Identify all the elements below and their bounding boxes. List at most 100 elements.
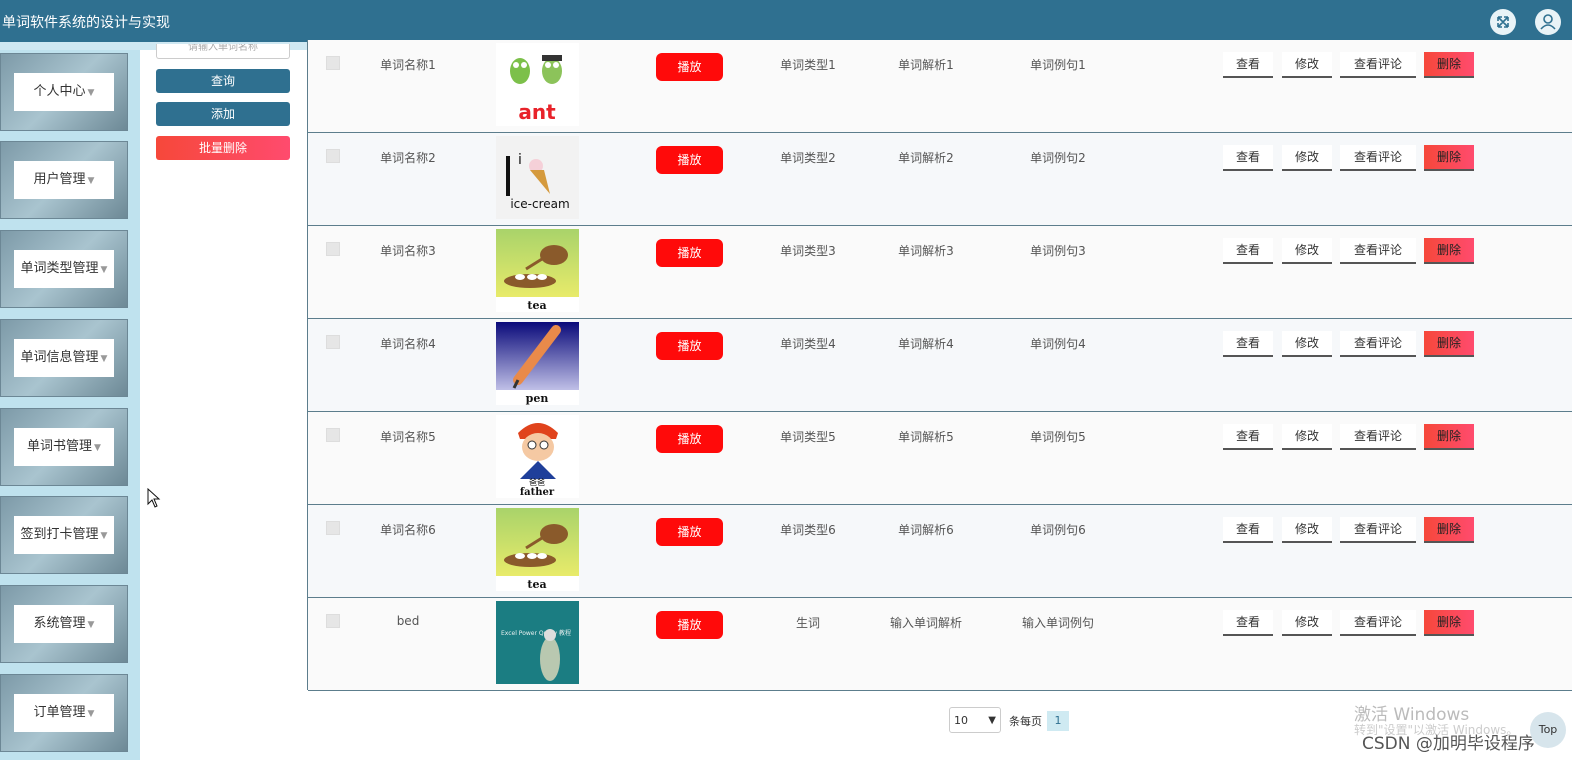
row-checkbox[interactable] [326, 428, 340, 442]
word-type: 单词类型1 [780, 58, 836, 72]
search-input[interactable]: 请输入单词名称 [156, 44, 290, 59]
image-caption: 爸爸 [529, 477, 545, 487]
play-button[interactable]: 播放 [656, 425, 723, 453]
chevron-down-icon: ▼ [100, 531, 108, 541]
view-comments-button[interactable]: 查看评论 [1340, 331, 1416, 357]
word-example: 单词例句2 [1030, 151, 1086, 165]
sidebar-item-label: 个人中心 [33, 84, 86, 99]
mouse-cursor-icon [147, 487, 161, 512]
user-icon[interactable] [1535, 9, 1561, 35]
delete-button[interactable]: 删除 [1424, 331, 1474, 357]
table-row: 单词名称3 tea 播放 单词类型3 单词解析3 单词例句3 查看 修改 查看评… [308, 226, 1572, 319]
play-button[interactable]: 播放 [656, 239, 723, 267]
page-size-value: 10 [954, 714, 968, 727]
word-image: tea [496, 508, 579, 591]
sidebar-item-label: 单词类型管理 [20, 261, 99, 276]
word-name: 单词名称3 [380, 244, 436, 258]
view-comments-button[interactable]: 查看评论 [1340, 610, 1416, 636]
csdn-watermark: CSDN @加明毕设程序 [1362, 734, 1535, 754]
edit-button[interactable]: 修改 [1282, 331, 1332, 357]
edit-button[interactable]: 修改 [1282, 517, 1332, 543]
word-type: 单词类型2 [780, 151, 836, 165]
delete-button[interactable]: 删除 [1424, 52, 1474, 78]
add-button[interactable]: 添加 [156, 102, 290, 126]
sidebar-item-checkin-management[interactable]: 签到打卡管理 ▼ [0, 496, 138, 574]
view-comments-button[interactable]: 查看评论 [1340, 145, 1416, 171]
view-comments-button[interactable]: 查看评论 [1340, 517, 1416, 543]
page-number-current[interactable]: 1 [1047, 711, 1069, 731]
per-page-label: 条每页 [1009, 715, 1042, 728]
play-button[interactable]: 播放 [656, 518, 723, 546]
word-type: 单词类型4 [780, 337, 836, 351]
sidebar-item-label: 单词信息管理 [20, 350, 99, 365]
play-button[interactable]: 播放 [656, 332, 723, 360]
play-button[interactable]: 播放 [656, 53, 723, 81]
word-analysis: 单词解析6 [898, 523, 954, 537]
row-checkbox[interactable] [326, 521, 340, 535]
word-type: 单词类型3 [780, 244, 836, 258]
query-button[interactable]: 查询 [156, 69, 290, 93]
word-analysis: 输入单词解析 [889, 616, 962, 630]
fullscreen-icon[interactable] [1490, 9, 1516, 35]
chevron-down-icon: ▼ [94, 443, 101, 453]
sidebar-item-word-info-management[interactable]: 单词信息管理 ▼ [0, 319, 138, 397]
edit-button[interactable]: 修改 [1282, 424, 1332, 450]
view-comments-button[interactable]: 查看评论 [1340, 424, 1416, 450]
view-button[interactable]: 查看 [1223, 52, 1273, 78]
word-analysis: 单词解析5 [898, 430, 954, 444]
table-row: 单词名称4 pen 播放 单词类型4 单词解析4 单词例句4 查看 修改 查看评… [308, 319, 1572, 412]
back-to-top-button[interactable]: Top [1530, 712, 1566, 748]
view-comments-button[interactable]: 查看评论 [1340, 52, 1416, 78]
sidebar-item-order-management[interactable]: 订单管理 ▼ [0, 674, 138, 752]
word-example: 单词例句4 [1030, 337, 1086, 351]
word-name: bed [396, 614, 420, 628]
sidebar-item-wordbook-management[interactable]: 单词书管理 ▼ [0, 408, 138, 486]
page-size-select[interactable]: 10 ▼ [949, 707, 1001, 733]
svg-text:pen: pen [526, 392, 549, 405]
edit-button[interactable]: 修改 [1282, 145, 1332, 171]
play-button[interactable]: 播放 [656, 146, 723, 174]
edit-button[interactable]: 修改 [1282, 238, 1332, 264]
sidebar-item-system-management[interactable]: 系统管理 ▼ [0, 585, 138, 663]
sidebar-item-word-type-management[interactable]: 单词类型管理 ▼ [0, 230, 138, 308]
row-checkbox[interactable] [326, 335, 340, 349]
delete-button[interactable]: 删除 [1424, 517, 1474, 543]
delete-button[interactable]: 删除 [1424, 145, 1474, 171]
delete-button[interactable]: 删除 [1424, 610, 1474, 636]
svg-text:tea: tea [527, 578, 546, 591]
word-type: 单词类型5 [780, 430, 836, 444]
chevron-down-icon: ▼ [100, 265, 108, 275]
sidebar-item-user-management[interactable]: 用户管理 ▼ [0, 141, 138, 219]
word-type: 生词 [795, 616, 820, 630]
word-example: 单词例句3 [1030, 244, 1086, 258]
view-button[interactable]: 查看 [1223, 331, 1273, 357]
chevron-down-icon: ▼ [87, 709, 95, 719]
delete-button[interactable]: 删除 [1424, 424, 1474, 450]
edit-button[interactable]: 修改 [1282, 52, 1332, 78]
table-row: 单词名称6 tea 播放 单词类型6 单词解析6 单词例句6 查看 修改 查看评… [308, 505, 1572, 598]
delete-button[interactable]: 删除 [1424, 238, 1474, 264]
view-button[interactable]: 查看 [1223, 517, 1273, 543]
svg-text:ice-cream: ice-cream [510, 197, 569, 211]
word-example: 单词例句6 [1030, 523, 1086, 537]
view-button[interactable]: 查看 [1223, 610, 1273, 636]
edit-button[interactable]: 修改 [1282, 610, 1332, 636]
sidebar-item-label: 签到打卡管理 [20, 527, 99, 542]
row-checkbox[interactable] [326, 56, 340, 70]
view-button[interactable]: 查看 [1223, 238, 1273, 264]
play-button[interactable]: 播放 [656, 611, 723, 639]
app-title: 单词软件系统的设计与实现 [2, 15, 170, 31]
row-checkbox[interactable] [326, 149, 340, 163]
view-button[interactable]: 查看 [1223, 424, 1273, 450]
view-comments-button[interactable]: 查看评论 [1340, 238, 1416, 264]
view-button[interactable]: 查看 [1223, 145, 1273, 171]
svg-text:ant: ant [518, 100, 556, 124]
table-row: 单词名称5 爸爸 father 播放 单词类型5 单词解析5 单词例句5 查看 … [308, 412, 1572, 505]
row-checkbox[interactable] [326, 614, 340, 628]
word-analysis: 单词解析3 [898, 244, 954, 258]
batch-delete-button[interactable]: 批量删除 [156, 136, 290, 160]
row-checkbox[interactable] [326, 242, 340, 256]
table-row: 单词名称1 ant 播放 单词类型1 单词解析1 单词例句1 查看 修改 查看评… [308, 40, 1572, 133]
sidebar-item-personal-center[interactable]: 个人中心 ▼ [0, 53, 138, 131]
word-name: 单词名称1 [380, 58, 436, 72]
